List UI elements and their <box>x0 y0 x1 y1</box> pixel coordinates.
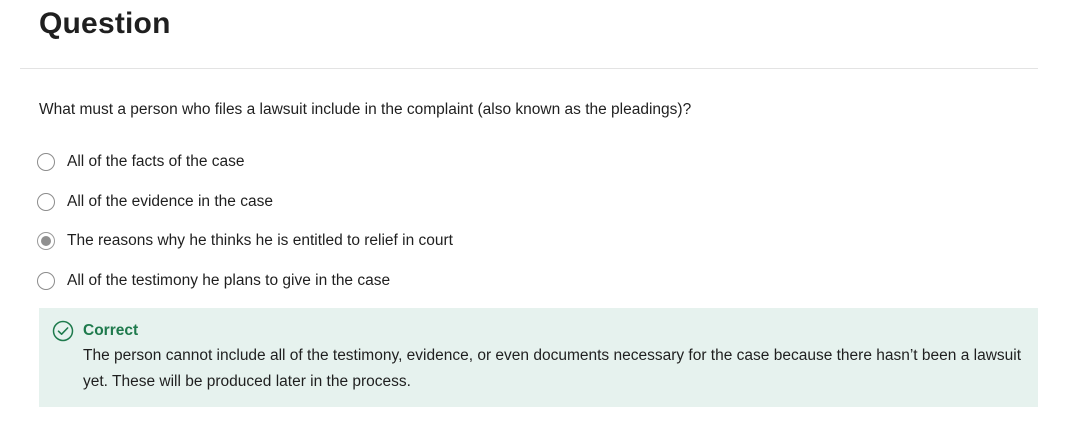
radio-button[interactable] <box>37 192 55 211</box>
answer-option-4[interactable]: All of the testimony he plans to give in… <box>37 267 453 295</box>
answer-options: All of the facts of the case All of the … <box>37 148 453 306</box>
feedback-status: Correct <box>83 322 139 339</box>
feedback-panel: Correct The person cannot include all of… <box>39 308 1038 407</box>
feedback-header: Correct <box>52 320 138 342</box>
answer-option-label: All of the testimony he plans to give in… <box>67 271 391 289</box>
question-heading: Question <box>39 7 171 40</box>
feedback-explanation: The person cannot include all of the tes… <box>83 347 1022 390</box>
answer-option-label: The reasons why he thinks he is entitled… <box>67 232 453 249</box>
answer-option-3[interactable]: The reasons why he thinks he is entitled… <box>37 227 453 255</box>
section-divider <box>20 68 1038 69</box>
radio-button-selected[interactable] <box>37 232 55 250</box>
answer-option-2[interactable]: All of the evidence in the case <box>37 188 453 216</box>
radio-button[interactable] <box>37 153 55 171</box>
answer-option-label: All of the evidence in the case <box>67 192 273 210</box>
answer-option-1[interactable]: All of the facts of the case <box>37 148 453 176</box>
question-prompt: What must a person who files a lawsuit i… <box>39 101 692 118</box>
radio-button[interactable] <box>37 271 55 290</box>
check-circle-icon <box>52 320 74 342</box>
answer-option-label: All of the facts of the case <box>67 153 245 170</box>
